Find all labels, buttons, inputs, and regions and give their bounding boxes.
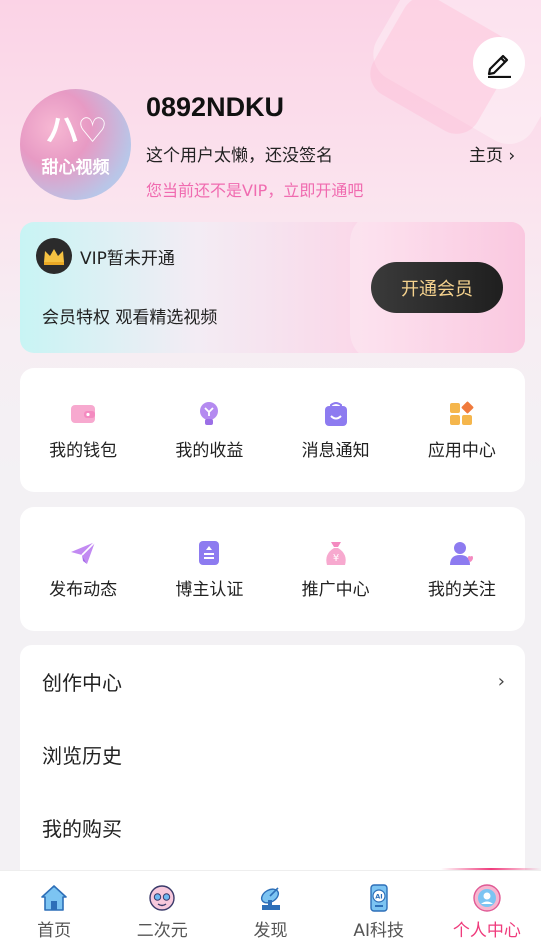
publish-item[interactable]: 发布动态: [20, 507, 146, 631]
ai-icon: AI: [363, 882, 395, 914]
profile-icon: [471, 882, 503, 914]
svg-text:¥: ¥: [332, 553, 338, 564]
user-signature: 这个用户太懒，还没签名: [146, 146, 333, 166]
tab-discover-label: 发现: [253, 921, 288, 941]
list-item-creation-center[interactable]: 创作中心 ›: [20, 645, 525, 718]
wallet-icon: [69, 400, 97, 428]
follow-label: 我的关注: [427, 579, 496, 600]
promo-icon: ¥: [322, 539, 350, 567]
promo-item[interactable]: ¥ 推广中心: [273, 507, 399, 631]
avatar-logo-text: 甜心视频: [41, 158, 110, 178]
earnings-label: 我的收益: [175, 440, 244, 461]
svg-text:AI: AI: [375, 893, 382, 901]
publish-label: 发布动态: [49, 579, 118, 600]
my-purchases-label: 我的购买: [42, 817, 122, 841]
tab-ai-label: AI科技: [353, 921, 405, 941]
tab-anime[interactable]: 二次元: [108, 871, 216, 952]
username: 0892NDKU: [146, 92, 285, 122]
tab-home[interactable]: 首页: [0, 871, 108, 952]
home-icon: [38, 882, 70, 914]
apps-item[interactable]: 应用中心: [399, 368, 525, 492]
verify-item[interactable]: 博主认证: [146, 507, 272, 631]
tab-discover[interactable]: 发现: [216, 871, 324, 952]
avatar[interactable]: ハ♡ 甜心视频: [20, 89, 131, 200]
tab-profile-label: 个人中心: [452, 921, 521, 941]
apps-label: 应用中心: [427, 440, 496, 461]
crown-icon: [36, 238, 72, 274]
creation-center-label: 创作中心: [42, 671, 122, 695]
avatar-logo-mark: ハ♡: [45, 111, 108, 151]
vip-hint-link[interactable]: 您当前还不是VIP，立即开通吧: [146, 177, 363, 201]
messages-label: 消息通知: [301, 440, 370, 461]
vip-card[interactable]: VIP暂未开通 会员特权 观看精选视频 开通会员: [20, 222, 525, 353]
feature-grid-2: 发布动态 博主认证 ¥ 推广中心 我的关注: [20, 507, 525, 631]
list-item-my-purchases[interactable]: 我的购买: [20, 791, 525, 864]
promo-label: 推广中心: [301, 579, 370, 600]
tab-anime-label: 二次元: [136, 921, 188, 941]
vip-description: 会员特权 观看精选视频: [42, 308, 218, 328]
apps-icon: [448, 400, 476, 428]
messages-item[interactable]: 消息通知: [273, 368, 399, 492]
badge-icon: [195, 539, 223, 567]
tab-profile[interactable]: 个人中心: [433, 871, 541, 952]
anime-icon: [146, 882, 178, 914]
verify-label: 博主认证: [175, 579, 244, 600]
feature-grid-1: 我的钱包 我的收益 消息通知 应用中心: [20, 368, 525, 492]
earnings-icon: [195, 400, 223, 428]
browse-history-label: 浏览历史: [42, 744, 122, 768]
tab-home-label: 首页: [37, 921, 72, 941]
discover-icon: [255, 882, 287, 914]
pencil-icon: [487, 54, 511, 78]
earnings-item[interactable]: 我的收益: [146, 368, 272, 492]
follow-icon: [448, 539, 476, 567]
wallet-label: 我的钱包: [49, 440, 118, 461]
chevron-right-icon: ›: [497, 671, 505, 692]
open-vip-button[interactable]: 开通会员: [371, 262, 503, 313]
list-item-browse-history[interactable]: 浏览历史: [20, 718, 525, 791]
edit-profile-button[interactable]: [473, 37, 525, 89]
bottom-tab-bar: 首页 二次元 发现 AI AI科技 个人中心: [0, 870, 541, 952]
menu-list: 创作中心 › 浏览历史 我的购买: [20, 645, 525, 870]
send-icon: [69, 539, 97, 567]
follow-item[interactable]: 我的关注: [399, 507, 525, 631]
wallet-item[interactable]: 我的钱包: [20, 368, 146, 492]
home-page-link[interactable]: 主页 ›: [469, 141, 515, 166]
message-icon: [322, 400, 350, 428]
tab-ai[interactable]: AI AI科技: [325, 871, 433, 952]
vip-status: VIP暂未开通: [80, 249, 175, 269]
